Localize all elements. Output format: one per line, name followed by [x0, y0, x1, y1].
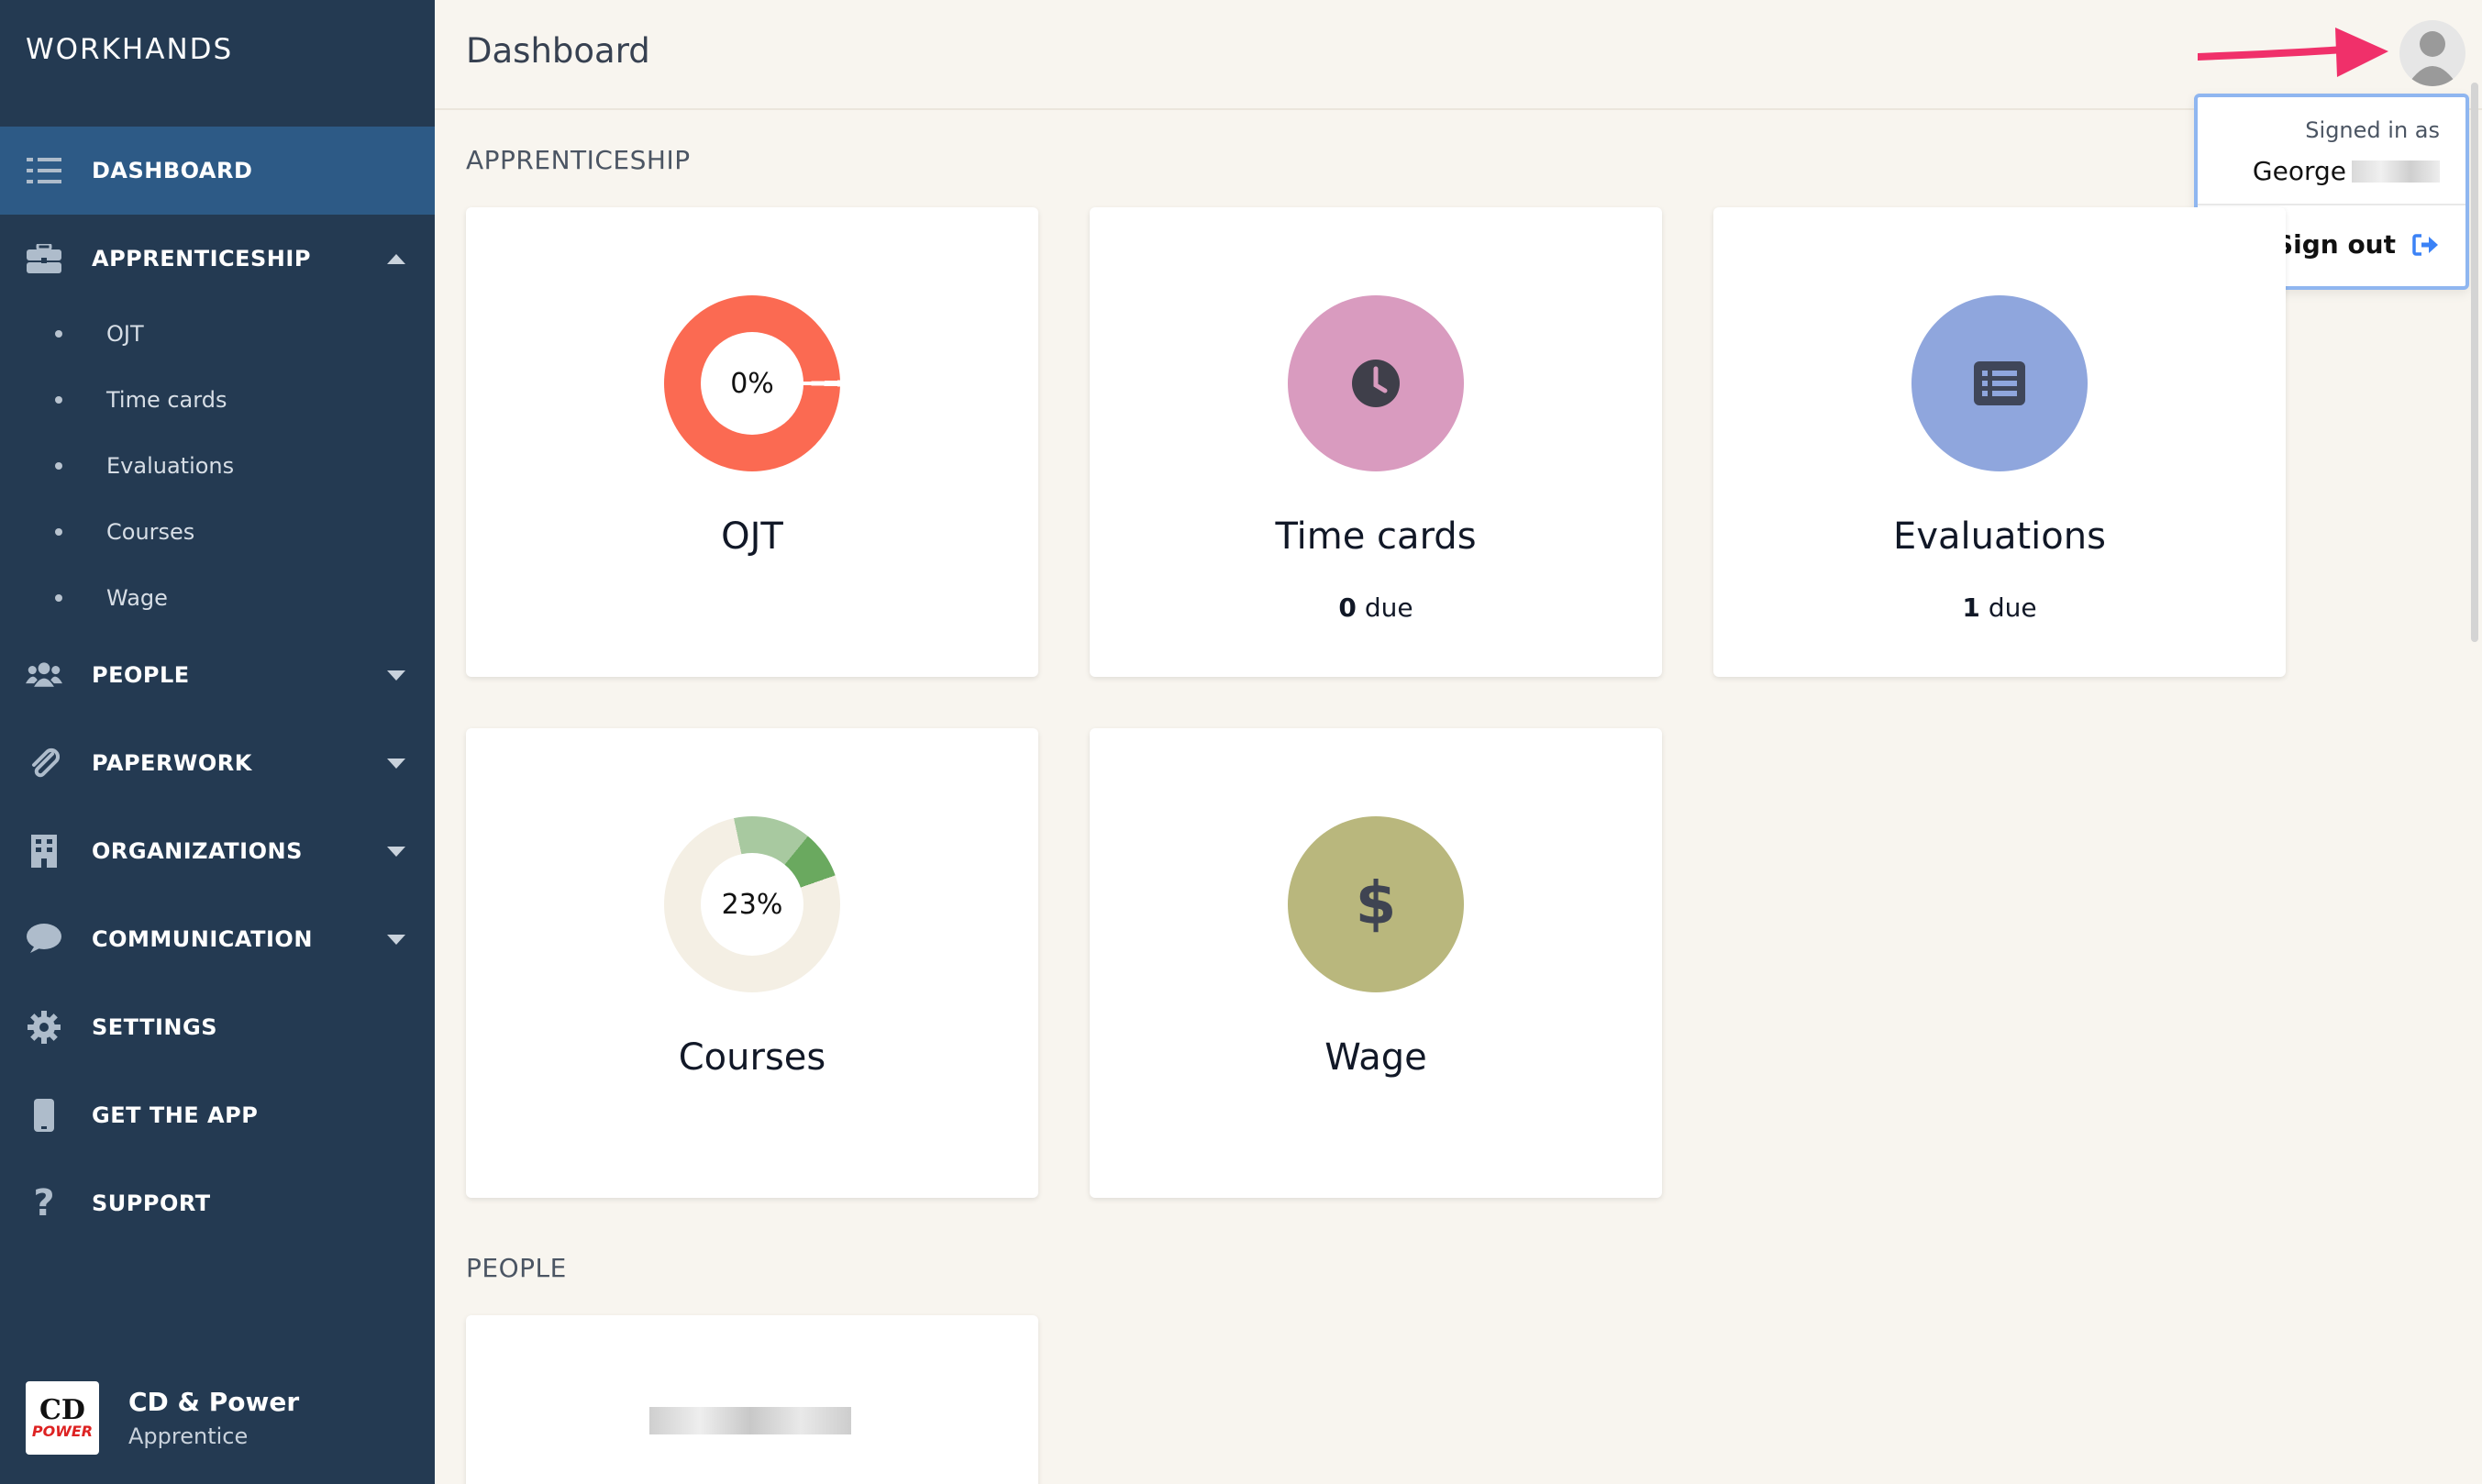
card-person[interactable]: [466, 1315, 1038, 1484]
chevron-down-icon: [387, 934, 405, 945]
sidebar-item-label: APPRENTICESHIP: [92, 246, 311, 271]
organization-name: CD & Power: [128, 1387, 300, 1417]
sidebar-item-settings[interactable]: SETTINGS: [0, 983, 435, 1071]
clock-circle: [1288, 295, 1464, 471]
logo-text-bottom: POWER: [31, 1423, 94, 1440]
card-ojt[interactable]: 0% OJT: [466, 207, 1038, 677]
card-title: Wage: [1324, 1036, 1427, 1079]
briefcase-icon: [26, 240, 62, 277]
users-icon: [26, 657, 62, 693]
chevron-down-icon: [387, 670, 405, 681]
due-status: 0 due: [1090, 592, 1662, 623]
card-title: Courses: [678, 1036, 826, 1079]
sidebar-item-label: PEOPLE: [92, 662, 190, 688]
user-avatar[interactable]: [2399, 20, 2465, 86]
section-title-apprenticeship: APPRENTICESHIP: [466, 145, 691, 175]
card-wage[interactable]: $ Wage: [1090, 728, 1662, 1198]
sidebar-subitem-label: Wage: [106, 585, 168, 611]
sidebar-item-people[interactable]: PEOPLE: [0, 631, 435, 719]
sidebar-item-label: ORGANIZATIONS: [92, 838, 303, 864]
annotation-arrow-icon: [2198, 28, 2388, 77]
divider: [2198, 204, 2465, 205]
building-icon: [26, 833, 62, 869]
signed-in-label: Signed in as: [2305, 117, 2440, 143]
wage-circle: $: [1288, 816, 1464, 992]
bullet-icon: [55, 594, 62, 602]
bullet-icon: [55, 462, 62, 470]
sign-out-label: Sign out: [2274, 229, 2396, 260]
bullet-icon: [55, 528, 62, 536]
courses-percent: 23%: [701, 853, 803, 956]
sidebar-item-organizations[interactable]: ORGANIZATIONS: [0, 807, 435, 895]
sidebar-subitem-courses[interactable]: Courses: [0, 504, 435, 559]
sidebar-subitem-label: Courses: [106, 519, 195, 545]
sidebar-item-label: SUPPORT: [92, 1191, 211, 1216]
organization-logo: CD POWER: [26, 1381, 99, 1455]
sidebar-item-label: PAPERWORK: [92, 750, 252, 776]
user-silhouette-icon: [2407, 31, 2458, 86]
bullet-icon: [55, 330, 62, 338]
sidebar-item-apprenticeship[interactable]: APPRENTICESHIP: [0, 215, 435, 303]
redacted-person-name: [649, 1407, 851, 1434]
user-name-text: George: [2252, 156, 2346, 186]
paperclip-icon: [26, 745, 62, 781]
sidebar-subitem-label: Time cards: [106, 387, 227, 413]
card-title: OJT: [721, 515, 783, 558]
courses-progress-donut: 23%: [664, 816, 840, 992]
chat-bubble-icon: [26, 921, 62, 958]
sidebar-item-dashboard[interactable]: DASHBOARD: [0, 127, 435, 215]
sign-out-icon: [2412, 233, 2438, 256]
due-label: due: [1988, 592, 2037, 623]
card-title: Time cards: [1275, 515, 1477, 558]
list-icon: [1974, 361, 2025, 405]
user-name: George: [2253, 156, 2440, 186]
sidebar-subitem-ojt[interactable]: OJT: [0, 306, 435, 361]
chevron-up-icon: [387, 253, 405, 264]
sidebar-item-communication[interactable]: COMMUNICATION: [0, 895, 435, 983]
question-icon: ?: [33, 1182, 55, 1224]
top-header: Dashboard: [435, 0, 2482, 110]
gear-icon: [26, 1009, 62, 1046]
redacted-surname: [2352, 160, 2440, 183]
ojt-percent: 0%: [701, 332, 803, 435]
sidebar-subitem-label: OJT: [106, 321, 144, 347]
chevron-down-icon: [387, 846, 405, 857]
card-time-cards[interactable]: Time cards 0 due: [1090, 207, 1662, 677]
sidebar-item-label: DASHBOARD: [92, 158, 253, 183]
bullet-icon: [55, 396, 62, 404]
card-evaluations[interactable]: Evaluations 1 due: [1713, 207, 2286, 677]
sidebar-item-get-the-app[interactable]: GET THE APP: [0, 1071, 435, 1159]
ojt-progress-donut: 0%: [664, 295, 840, 471]
due-label: due: [1364, 592, 1413, 623]
card-courses[interactable]: 23% Courses: [466, 728, 1038, 1198]
sidebar-subitem-time-cards[interactable]: Time cards: [0, 372, 435, 427]
sidebar-item-paperwork[interactable]: PAPERWORK: [0, 719, 435, 807]
section-title-people: PEOPLE: [466, 1253, 567, 1283]
scrollbar[interactable]: [2471, 83, 2478, 642]
page-title: Dashboard: [466, 31, 650, 71]
sidebar-item-label: GET THE APP: [92, 1102, 259, 1128]
brand-logo[interactable]: WORKHANDS: [26, 33, 233, 66]
due-status: 1 due: [1713, 592, 2286, 623]
dollar-icon: $: [1355, 870, 1397, 938]
sidebar: WORKHANDS DASHBOARD APPRENTICESHIP OJT T…: [0, 0, 435, 1484]
sidebar-subitem-evaluations[interactable]: Evaluations: [0, 438, 435, 493]
sidebar-subitem-wage[interactable]: Wage: [0, 570, 435, 626]
sidebar-item-label: COMMUNICATION: [92, 926, 313, 952]
sidebar-item-label: SETTINGS: [92, 1014, 217, 1040]
evaluations-circle: [1911, 295, 2088, 471]
card-title: Evaluations: [1893, 515, 2106, 558]
sidebar-subitem-label: Evaluations: [106, 453, 235, 479]
due-count: 1: [1962, 592, 1980, 623]
user-role: Apprentice: [128, 1423, 249, 1449]
chevron-down-icon: [387, 758, 405, 769]
list-check-icon: [26, 152, 62, 189]
logo-text-top: CD: [39, 1394, 85, 1426]
due-count: 0: [1338, 592, 1357, 623]
organization-switcher[interactable]: CD POWER CD & Power Apprentice: [26, 1381, 411, 1456]
sign-out-button[interactable]: Sign out: [2275, 229, 2440, 260]
mobile-phone-icon: [26, 1097, 62, 1134]
sidebar-item-support[interactable]: ? SUPPORT: [0, 1159, 435, 1247]
clock-icon: [1352, 360, 1400, 407]
